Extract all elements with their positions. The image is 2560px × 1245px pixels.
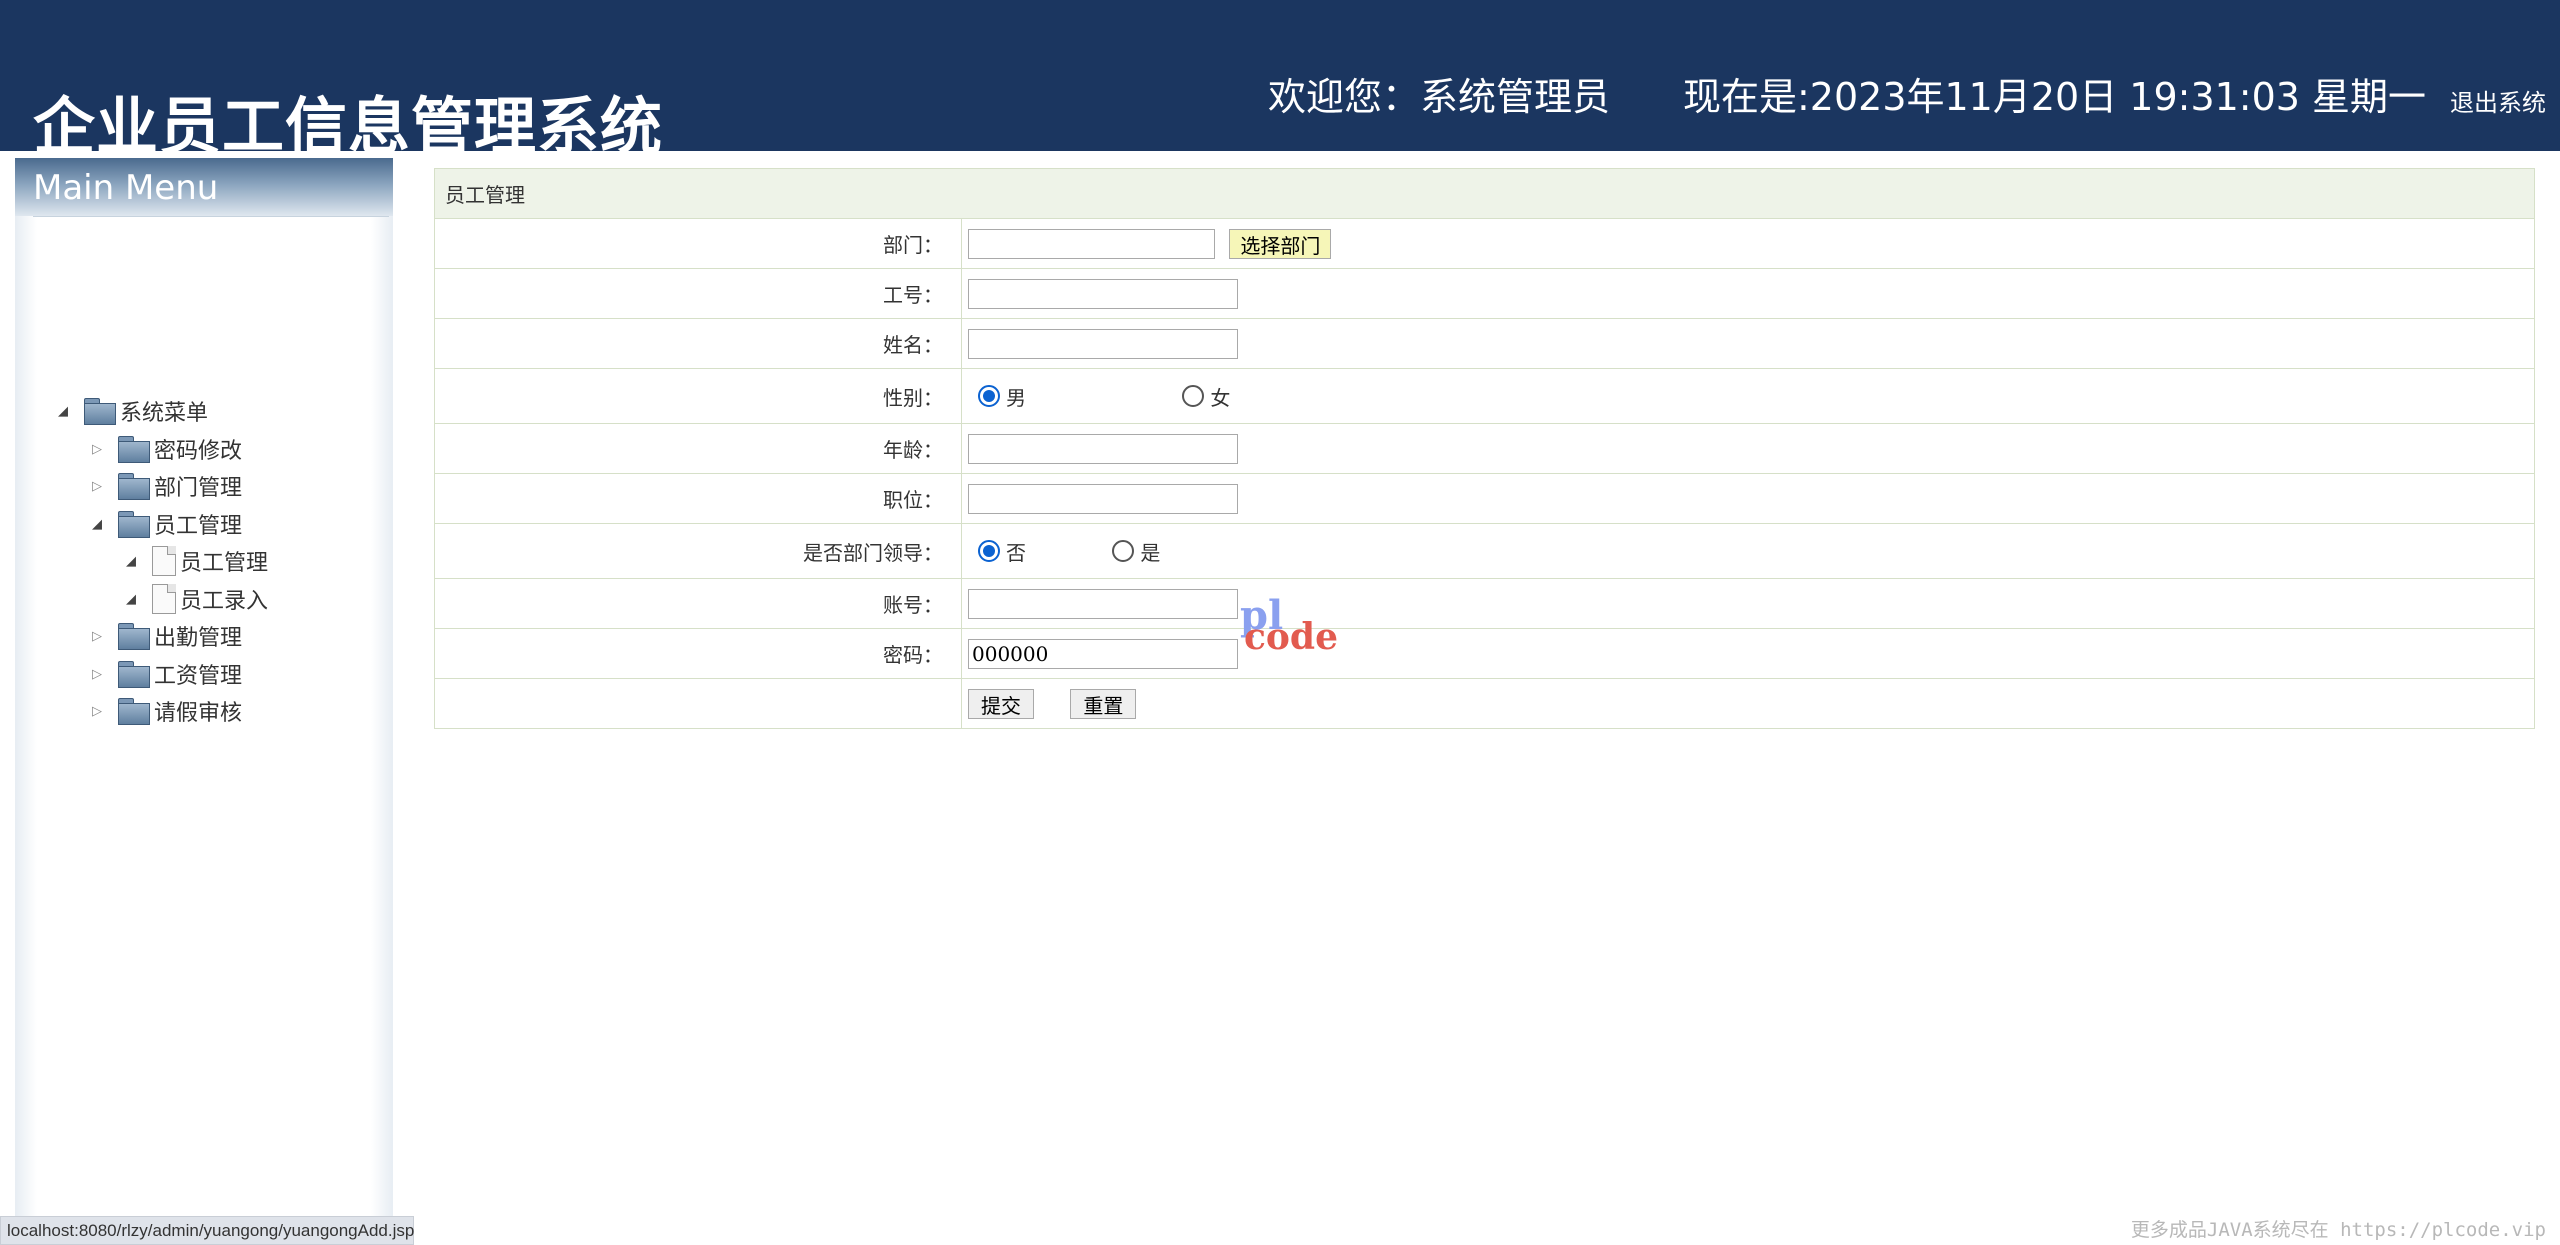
password-input[interactable] xyxy=(968,638,1238,669)
leader-yes-radio[interactable] xyxy=(1112,540,1135,562)
gender-female-label: 女 xyxy=(1210,385,1231,410)
sidebar-subitem-employee-manage[interactable]: ◢ 员工管理 xyxy=(120,544,268,578)
sidebar-subitem-employee-add[interactable]: ◢ 员工录入 xyxy=(120,582,268,616)
name-input[interactable] xyxy=(968,328,1238,359)
expand-arrow-icon[interactable]: ▷ xyxy=(86,625,108,647)
account-input[interactable] xyxy=(968,588,1238,619)
plcode-watermark: pl code xyxy=(1240,592,1350,662)
leader-option-yes[interactable]: 是 xyxy=(1112,537,1160,566)
file-icon xyxy=(152,546,176,576)
sidebar-item-label: 密码修改 xyxy=(154,439,243,464)
collapse-arrow-icon[interactable]: ◢ xyxy=(52,400,74,422)
sidebar-item-leave[interactable]: ▷ 请假审核 xyxy=(86,694,242,728)
watermark-code: code xyxy=(1244,616,1339,658)
leader-yes-label: 是 xyxy=(1140,540,1161,565)
sidebar-item-employee[interactable]: ◢ 员工管理 xyxy=(86,507,242,541)
password-label: 密码： xyxy=(434,628,962,679)
submit-button[interactable]: 提交 xyxy=(968,688,1034,719)
leader-no-radio[interactable] xyxy=(978,540,1000,562)
folder-open-icon xyxy=(118,511,150,538)
tree-root[interactable]: ◢ 系统菜单 xyxy=(52,394,208,428)
expand-arrow-icon[interactable]: ▷ xyxy=(86,700,108,722)
folder-icon xyxy=(118,623,150,650)
tree-root-label: 系统菜单 xyxy=(120,401,209,426)
browser-status-url: localhost:8080/rlzy/admin/yuangong/yuang… xyxy=(0,1216,414,1245)
sidebar-item-label: 部门管理 xyxy=(154,476,243,501)
folder-icon xyxy=(118,436,150,463)
footer-watermark: 更多成品JAVA系统尽在 https://plcode.vip xyxy=(2130,1219,2546,1241)
collapse-arrow-icon[interactable]: ◢ xyxy=(86,513,108,535)
folder-icon xyxy=(118,698,150,725)
menu-divider xyxy=(33,216,389,217)
employee-no-input[interactable] xyxy=(968,278,1238,309)
sidebar-subitem-label: 员工录入 xyxy=(180,589,269,614)
main-menu-title: Main Menu xyxy=(33,168,219,208)
gender-female-radio[interactable] xyxy=(1182,385,1205,407)
sidebar-item-department[interactable]: ▷ 部门管理 xyxy=(86,469,242,503)
age-label: 年龄： xyxy=(434,423,962,474)
department-field[interactable] xyxy=(968,228,1215,259)
leader-no-label: 否 xyxy=(1006,540,1026,565)
is-leader-label: 是否部门领导： xyxy=(434,523,962,579)
sidebar-item-salary[interactable]: ▷ 工资管理 xyxy=(86,657,242,691)
sidebar-item-label: 工资管理 xyxy=(154,664,243,689)
sidebar-item-label: 出勤管理 xyxy=(154,626,243,651)
sidebar-item-attendance[interactable]: ▷ 出勤管理 xyxy=(86,619,242,653)
folder-icon xyxy=(118,473,150,500)
gender-option-male[interactable]: 男 xyxy=(978,382,1026,411)
sidebar-item-label: 员工管理 xyxy=(154,514,243,539)
sidebar-subitem-label: 员工管理 xyxy=(180,551,269,576)
main-menu-header: Main Menu xyxy=(15,158,393,216)
expand-arrow-icon[interactable]: ▷ xyxy=(86,438,108,460)
leaf-arrow-icon: ◢ xyxy=(126,591,136,607)
sidebar-item-password[interactable]: ▷ 密码修改 xyxy=(86,432,242,466)
gender-label: 性别： xyxy=(434,368,962,424)
employee-form: 员工管理 部门： 选择部门 工号： 姓名： 性别： 男 女 年龄： 职位： 是否… xyxy=(434,168,2535,729)
gender-option-female[interactable]: 女 xyxy=(1182,382,1230,411)
current-datetime: 现在是:2023年11月20日 19:31:03 星期一 xyxy=(1683,75,2427,119)
logout-link[interactable]: 退出系统 xyxy=(2450,83,2546,118)
app-title: 企业员工信息管理系统 xyxy=(33,90,664,163)
name-label: 姓名： xyxy=(434,318,962,369)
expand-arrow-icon[interactable]: ▷ xyxy=(86,663,108,685)
folder-open-icon xyxy=(84,398,116,425)
employee-no-label: 工号： xyxy=(434,268,962,319)
gender-male-radio[interactable] xyxy=(978,385,1000,407)
account-label: 账号： xyxy=(434,578,962,629)
position-label: 职位： xyxy=(434,473,962,524)
age-input[interactable] xyxy=(968,433,1238,464)
sidebar-item-label: 请假审核 xyxy=(154,701,243,726)
actions-label-cell xyxy=(434,678,962,729)
file-icon xyxy=(152,584,176,614)
position-input[interactable] xyxy=(968,483,1238,514)
top-header: 企业员工信息管理系统 欢迎您：系统管理员 现在是:2023年11月20日 19:… xyxy=(0,0,2560,163)
select-department-button[interactable]: 选择部门 xyxy=(1229,228,1332,259)
leader-option-no[interactable]: 否 xyxy=(978,537,1026,566)
reset-button[interactable]: 重置 xyxy=(1070,688,1137,719)
folder-icon xyxy=(118,661,150,688)
sidebar: Main Menu ◢ 系统菜单 ▷ 密码修改 ▷ 部门管理 ◢ 员工管理 ◢ … xyxy=(15,158,393,1245)
welcome-text: 欢迎您：系统管理员 xyxy=(1268,75,1611,119)
gender-male-label: 男 xyxy=(1006,385,1026,410)
leaf-arrow-icon: ◢ xyxy=(126,553,136,569)
expand-arrow-icon[interactable]: ▷ xyxy=(86,475,108,497)
form-caption: 员工管理 xyxy=(434,168,2535,219)
department-label: 部门： xyxy=(434,218,962,269)
